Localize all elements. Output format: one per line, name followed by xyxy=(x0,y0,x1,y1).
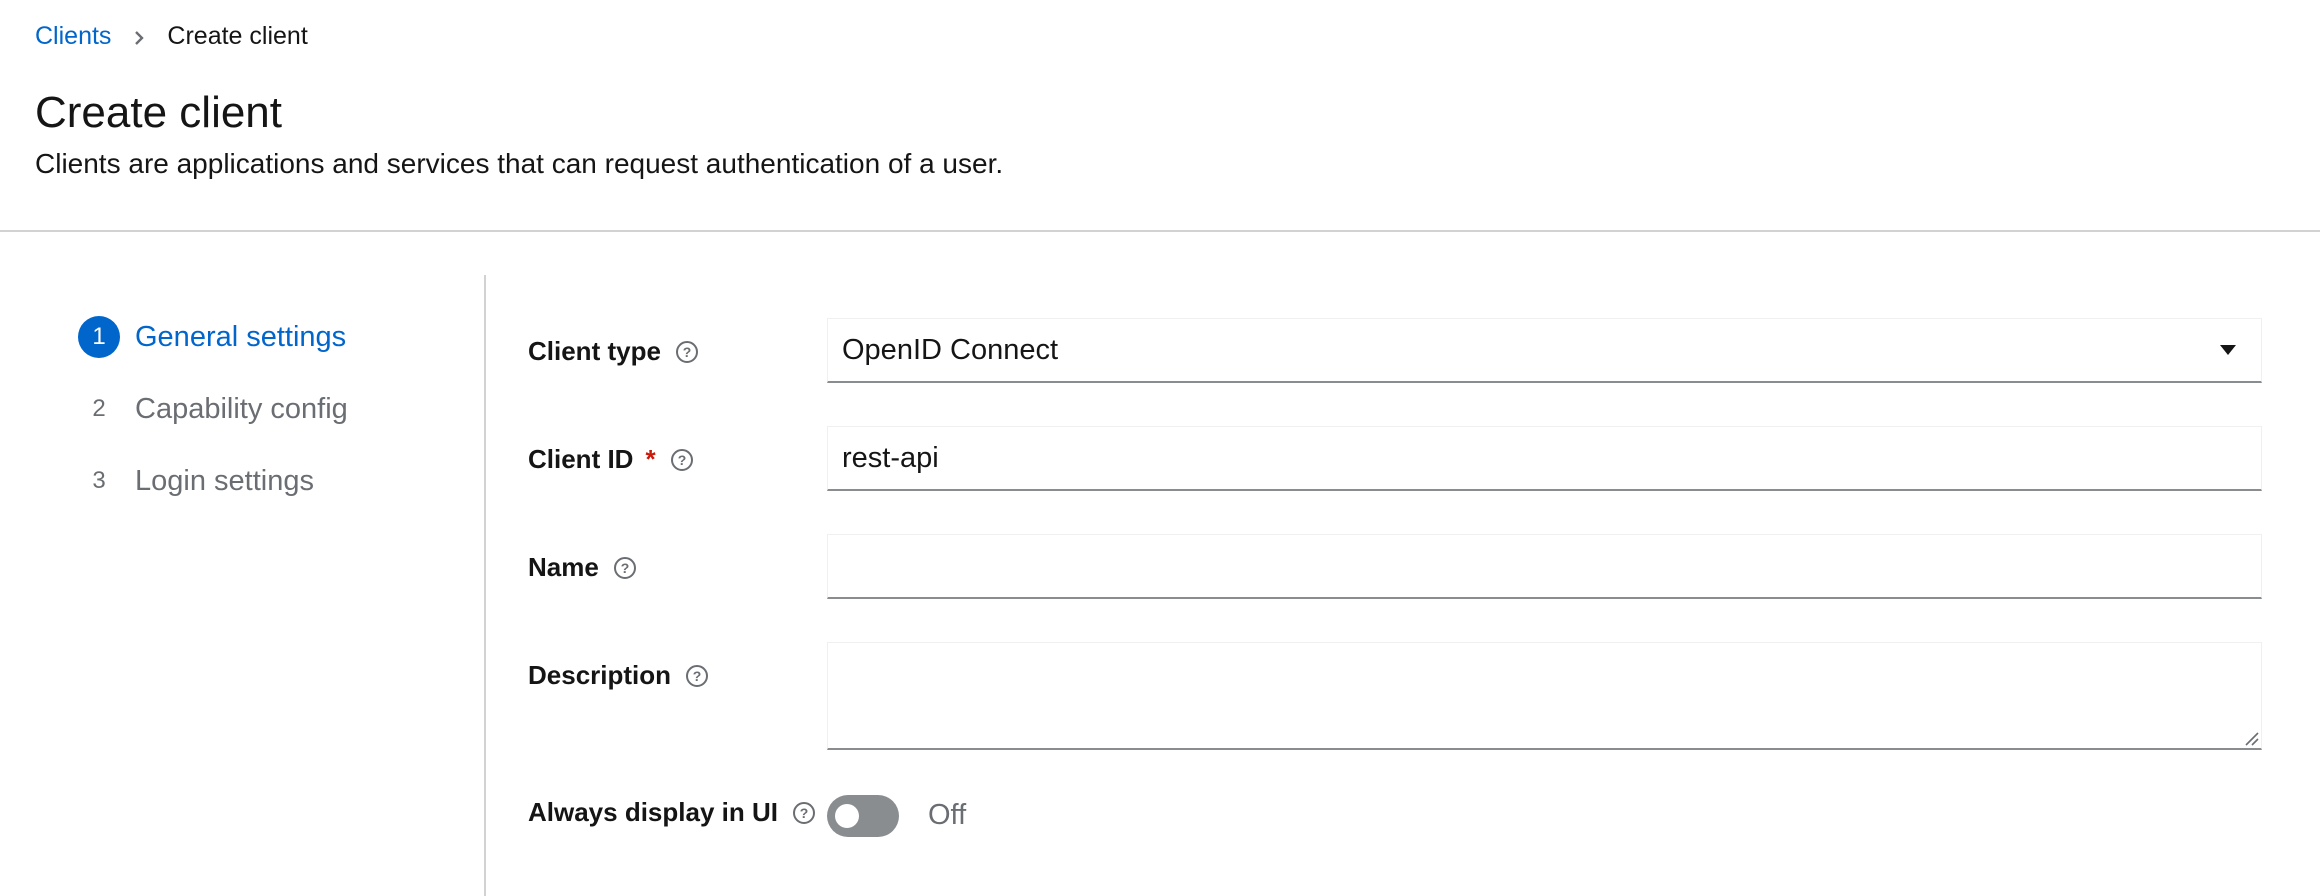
chevron-right-icon xyxy=(133,30,145,45)
client-type-select[interactable]: OpenID Connect xyxy=(827,318,2262,383)
page-title: Create client xyxy=(35,88,283,137)
help-icon[interactable]: ? xyxy=(670,448,694,472)
help-icon[interactable]: ? xyxy=(613,556,637,580)
svg-text:?: ? xyxy=(677,452,686,468)
help-icon[interactable]: ? xyxy=(685,664,709,688)
toggle-knob xyxy=(835,804,859,828)
help-icon[interactable]: ? xyxy=(675,340,699,364)
always-display-label: Always display in UI ? xyxy=(528,797,816,828)
client-id-label-text: Client ID xyxy=(528,444,634,474)
description-label-text: Description xyxy=(528,660,672,690)
caret-down-icon xyxy=(2220,345,2236,355)
help-icon[interactable]: ? xyxy=(792,801,816,825)
header-divider xyxy=(0,230,2320,232)
description-textarea[interactable] xyxy=(827,642,2262,750)
step-number: 1 xyxy=(78,316,120,358)
description-label: Description ? xyxy=(528,660,709,691)
always-display-label-text: Always display in UI xyxy=(528,797,778,827)
wizard-step-general-settings[interactable]: 1 General settings xyxy=(78,316,346,358)
wizard-nav: 1 General settings 2 Capability config 3… xyxy=(0,275,486,896)
name-label: Name ? xyxy=(528,552,637,583)
client-id-value: rest-api xyxy=(842,441,939,474)
svg-text:?: ? xyxy=(621,560,630,576)
required-marker: * xyxy=(645,444,656,474)
name-input[interactable] xyxy=(827,534,2262,599)
wizard-step-capability-config[interactable]: 2 Capability config xyxy=(78,388,348,430)
always-display-toggle[interactable] xyxy=(827,795,899,837)
step-number: 3 xyxy=(92,467,106,494)
breadcrumb: Clients Create client xyxy=(35,22,308,51)
breadcrumb-clients-link[interactable]: Clients xyxy=(35,22,111,51)
svg-text:?: ? xyxy=(683,344,692,360)
step-number: 2 xyxy=(92,395,106,422)
client-type-label-text: Client type xyxy=(528,336,661,366)
step-label: Login settings xyxy=(135,464,314,497)
client-id-input[interactable]: rest-api xyxy=(827,426,2262,491)
client-type-value: OpenID Connect xyxy=(842,333,1059,366)
name-label-text: Name xyxy=(528,552,599,582)
wizard-step-login-settings[interactable]: 3 Login settings xyxy=(78,460,314,502)
step-label: Capability config xyxy=(135,392,348,425)
toggle-state-text: Off xyxy=(928,799,967,831)
svg-text:?: ? xyxy=(800,805,809,821)
step-label: General settings xyxy=(135,320,347,353)
svg-text:?: ? xyxy=(693,668,702,684)
client-id-label: Client ID * ? xyxy=(528,444,694,475)
client-type-label: Client type ? xyxy=(528,336,699,367)
page-description: Clients are applications and services th… xyxy=(35,148,1004,179)
breadcrumb-current: Create client xyxy=(167,22,308,50)
resize-handle-icon[interactable] xyxy=(2243,730,2259,746)
